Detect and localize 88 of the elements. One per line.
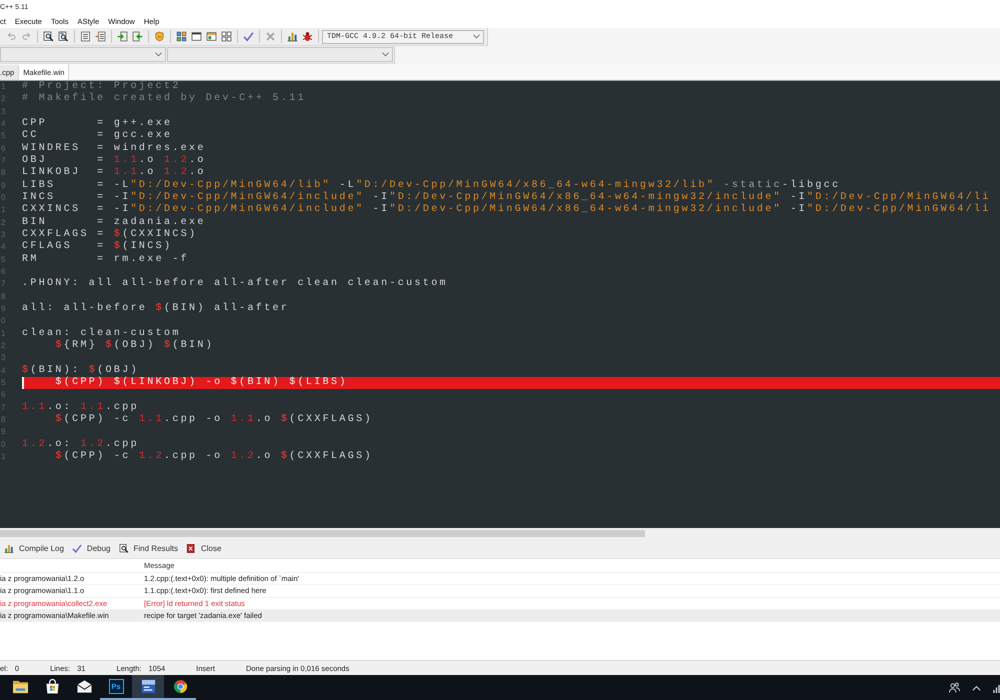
- people-icon: [949, 682, 960, 693]
- line-number: 8: [0, 290, 6, 303]
- shield-icon[interactable]: [154, 31, 165, 42]
- line-number: 2: [0, 340, 6, 352]
- bar-chart-icon[interactable]: [287, 31, 298, 42]
- line-number: 0: [0, 192, 6, 204]
- tiles-icon[interactable]: [221, 31, 232, 42]
- arrow-out-of-page-icon[interactable]: [132, 31, 143, 42]
- code-line: OBJ = 1.1.o 1.2.o: [22, 154, 206, 167]
- line-number: 6: [0, 142, 6, 155]
- check-icon: [72, 543, 82, 554]
- caret-icon: [155, 52, 162, 57]
- search-replace-icon[interactable]: [58, 31, 69, 42]
- line-number: 0: [0, 315, 6, 328]
- code-line: clean: clean-custom: [22, 328, 181, 340]
- arrow-into-page-icon[interactable]: [117, 31, 128, 42]
- line-number: 8: [0, 167, 6, 180]
- line-number: 1: [0, 204, 6, 216]
- line-number: 5: [0, 254, 6, 266]
- line-number: 6: [0, 389, 6, 402]
- line-number: 9: [0, 302, 6, 315]
- taskbar-button[interactable]: [132, 675, 164, 700]
- line-number: 7: [0, 154, 6, 167]
- window-icon: [140, 679, 156, 694]
- code-line: CC = gcc.exe: [22, 130, 172, 142]
- close-icon: [186, 543, 196, 554]
- line-number: 3: [0, 352, 6, 364]
- panel-tab[interactable]: Debug: [72, 540, 114, 557]
- panel-tab[interactable]: Compile Log: [4, 540, 68, 557]
- line-number: 3: [0, 228, 6, 241]
- search-icon: [118, 543, 128, 554]
- signal-icon[interactable]: [993, 682, 1000, 692]
- code-line: CFLAGS = $(INCS): [22, 241, 172, 254]
- code-line: CPP = g++.exe: [22, 118, 172, 130]
- line-number: 9: [0, 180, 6, 192]
- code-line: CXXFLAGS = $(CXXINCS): [22, 228, 198, 240]
- line-number: 2: [0, 93, 6, 106]
- text-lines-icon[interactable]: [80, 31, 91, 42]
- scrollbar-thumb[interactable]: [0, 530, 645, 537]
- code-line: $(CPP) -c 1.2.cpp -o 1.2.o $(CXXFLAGS): [54, 450, 373, 464]
- circle-logo-icon: [172, 679, 188, 694]
- line-number: 7: [0, 402, 6, 414]
- line-number: 2: [0, 216, 6, 229]
- line-number: 3: [0, 106, 6, 118]
- code-line: $(BIN): $(OBJ): [22, 364, 139, 376]
- code-line: WINDRES = windres.exe: [22, 142, 206, 155]
- bar-chart-icon: [4, 543, 14, 554]
- code-line: all: all-before $(BIN) all-after: [22, 302, 290, 316]
- code-line: RM = rm.exe -f: [22, 254, 190, 266]
- grid-icon[interactable]: [176, 31, 187, 42]
- caret-icon: [382, 52, 389, 57]
- bug-icon[interactable]: [302, 31, 313, 42]
- line-number: 5: [0, 130, 6, 142]
- chevron-up-icon[interactable]: [972, 684, 981, 690]
- check-icon[interactable]: [243, 31, 254, 42]
- panel-tab[interactable]: Find Results: [118, 540, 182, 557]
- code-line: BIN = zadania.exe: [22, 216, 206, 228]
- line-number: 1: [0, 81, 6, 93]
- dropdown-field[interactable]: [167, 47, 393, 62]
- dropdown-field[interactable]: [0, 47, 166, 62]
- line-number: 8: [0, 414, 6, 426]
- folder-icon: [12, 679, 28, 694]
- code-line: $(CPP) -c 1.1.cpp -o 1.1.o $(CXXFLAGS): [54, 414, 373, 426]
- line-number: 1: [0, 328, 6, 340]
- code-line: CXXINCS = -I"D:/Dev-Cpp/MinGW64/include" -I"D:/Dev-Cpp/MinGW64/x86_64-w64-mingw32/include" -I"D:/Dev-Cpp/MinGW64/li: [22, 204, 991, 216]
- code-line: LIBS = -L"D:/Dev-Cpp/MinGW64/lib" -L"D:/Dev-Cpp/MinGW64/x86_64-w64-mingw32/lib" -static-libgcc: [22, 180, 840, 192]
- code-line: 1.1.o: 1.1.cpp: [22, 402, 139, 414]
- envelope-icon: [76, 679, 92, 694]
- window-icon[interactable]: [191, 31, 202, 42]
- line-number: 7: [0, 278, 6, 290]
- search-icon[interactable]: [43, 31, 54, 42]
- indent-icon[interactable]: [95, 31, 106, 42]
- code-line: # Makefile created by Dev-C++ 5.11: [22, 93, 306, 106]
- line-number: 6: [0, 266, 6, 278]
- panel-layout-icon[interactable]: [206, 31, 217, 42]
- code-line: # Project: Project2: [22, 81, 181, 92]
- line-number: 1: [0, 450, 6, 463]
- line-number: 5: [0, 376, 6, 389]
- line-number: 9: [0, 426, 6, 438]
- shopping-bag-icon: [44, 679, 60, 694]
- code-line: LINKOBJ = 1.1.o 1.2.o: [22, 167, 206, 180]
- code-line: INCS = -I"D:/Dev-Cpp/MinGW64/include" -I"D:/Dev-Cpp/MinGW64/x86_64-w64-mingw32/include" -I"D:/Dev-Cpp/MinGW64/li: [22, 192, 991, 204]
- code-line: .PHONY: all all-before all-after clean clean-custom: [22, 278, 448, 291]
- panel-tab[interactable]: Close: [186, 540, 226, 557]
- caret-icon: [473, 34, 480, 39]
- line-number: 0: [0, 438, 6, 451]
- code-line: ${RM} $(OBJ) $(BIN): [54, 340, 214, 352]
- code-line: 1.2.o: 1.2.cpp: [22, 438, 139, 450]
